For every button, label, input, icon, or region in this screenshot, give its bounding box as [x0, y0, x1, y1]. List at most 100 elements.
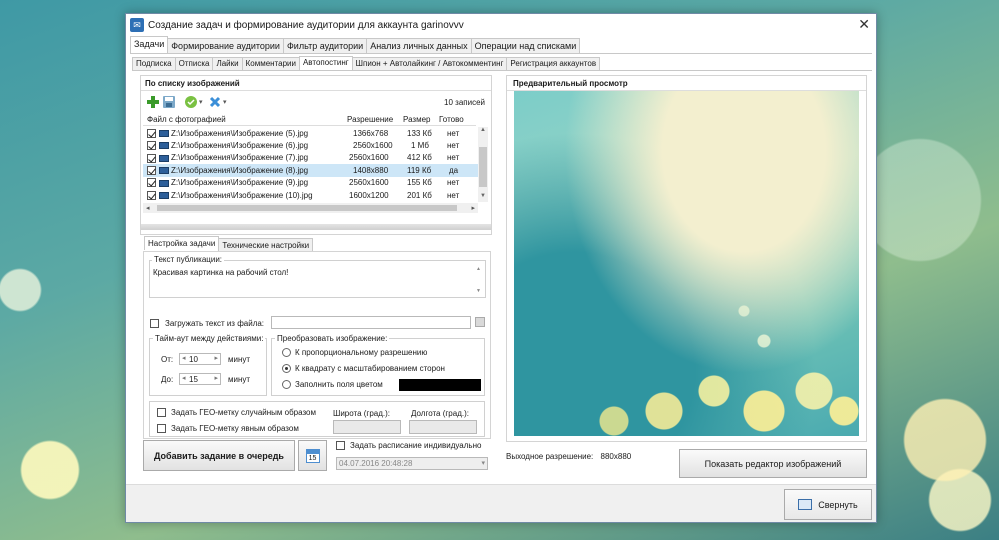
image-file-icon	[159, 130, 169, 138]
row-done: нет	[447, 141, 460, 151]
timeout-legend: Тайм-аут между действиями:	[153, 334, 266, 343]
tab-account-registration[interactable]: Регистрация аккаунтов	[506, 57, 601, 70]
horizontal-scrollbar[interactable]: ◂ ▸	[143, 203, 478, 213]
latitude-input[interactable]	[333, 420, 401, 434]
table-row[interactable]: Z:\Изображения\Изображение (9).jpg 2560x…	[143, 177, 478, 189]
table-row[interactable]: Z:\Изображения\Изображение (10).jpg 1600…	[143, 189, 478, 201]
table-header: Файл с фотографией Разрешение Размер Гот…	[143, 112, 476, 126]
load-file-label: Загружать текст из файла:	[165, 319, 265, 328]
scroll-thumb[interactable]	[479, 147, 487, 187]
row-size: 412 Кб	[407, 153, 432, 163]
tab-personal-data[interactable]: Анализ личных данных	[366, 38, 472, 53]
tab-task-settings[interactable]: Настройка задачи	[144, 236, 220, 250]
col-file[interactable]: Файл с фотографией	[147, 115, 226, 124]
textarea-scroll-up-icon[interactable]: ▲	[476, 266, 481, 272]
to-unit: минут	[228, 375, 251, 384]
load-file-input[interactable]	[271, 316, 471, 329]
row-res: 2560x1600	[353, 141, 393, 151]
table-row[interactable]: Z:\Изображения\Изображение (6).jpg 2560x…	[143, 139, 478, 151]
load-file-checkbox[interactable]	[150, 318, 159, 329]
delete-dropdown-icon[interactable]: ▾	[223, 98, 227, 106]
transform-option-square[interactable]: К квадрату с масштабированием сторон	[282, 364, 445, 373]
geo-random-checkbox[interactable]: Задать ГЕО-метку случайным образом	[157, 408, 316, 417]
hscroll-thumb[interactable]	[157, 205, 457, 211]
row-checkbox[interactable]	[147, 178, 156, 188]
table-row[interactable]: Z:\Изображения\Изображение (7).jpg 2560x…	[143, 152, 478, 164]
from-spinner[interactable]: ◂ 10 ▸	[179, 353, 221, 365]
scroll-right-icon[interactable]: ▸	[471, 204, 475, 212]
vertical-scrollbar[interactable]: ▲ ▼	[478, 127, 488, 202]
schedule-datetime[interactable]: 04.07.2016 20:48:28 ▾	[336, 457, 488, 470]
scroll-left-icon[interactable]: ◂	[146, 204, 150, 212]
app-icon: ✉	[130, 18, 144, 32]
row-size: 1 Мб	[411, 141, 429, 151]
delete-icon[interactable]	[209, 96, 221, 108]
output-resolution-label: Выходное разрешение:	[506, 452, 594, 461]
show-editor-button[interactable]: Показать редактор изображений	[679, 449, 867, 478]
from-unit: минут	[228, 355, 251, 364]
tab-likes[interactable]: Лайки	[212, 57, 243, 70]
tab-list-operations[interactable]: Операции над списками	[470, 38, 581, 53]
tab-audience-filter[interactable]: Фильтр аудитории	[282, 38, 368, 53]
images-panel: По списку изображений ▾ ▾ 10 записей Фай…	[140, 75, 492, 235]
row-done: нет	[447, 190, 460, 200]
tab-tasks[interactable]: Задачи	[130, 36, 169, 53]
add-task-button[interactable]: Добавить задание в очередь	[143, 440, 295, 471]
preview-panel: Предварительный просмотр	[506, 75, 867, 442]
row-size: 201 Кб	[407, 190, 432, 200]
images-panel-title: По списку изображений	[145, 79, 240, 88]
textarea-scroll-down-icon[interactable]: ▼	[476, 288, 481, 294]
window-title: Создание задач и формирование аудитории …	[148, 19, 464, 31]
subtab-divider	[132, 70, 872, 71]
add-icon[interactable]	[147, 96, 159, 108]
calendar-icon: 15	[305, 448, 320, 463]
check-dropdown-icon[interactable]: ▾	[199, 98, 203, 106]
col-done[interactable]: Готово	[439, 115, 464, 124]
row-checkbox[interactable]	[147, 153, 156, 163]
row-checkbox[interactable]	[147, 190, 156, 200]
to-spinner[interactable]: ◂ 15 ▸	[179, 373, 221, 385]
collapse-button[interactable]: Свернуть	[784, 489, 872, 520]
title-bar: ✉ Создание задач и формирование аудитори…	[126, 14, 876, 36]
close-button[interactable]: ✕	[858, 17, 870, 31]
row-file: Z:\Изображения\Изображение (5).jpg	[171, 128, 309, 138]
check-icon[interactable]	[185, 96, 197, 108]
row-checkbox[interactable]	[147, 166, 156, 176]
fill-color-swatch[interactable]	[399, 379, 481, 391]
row-res: 2560x1600	[349, 153, 389, 163]
longitude-input[interactable]	[409, 420, 477, 434]
footer-bar	[126, 484, 876, 522]
tab-technical-settings[interactable]: Технические настройки	[218, 238, 314, 251]
row-file: Z:\Изображения\Изображение (9).jpg	[171, 178, 309, 188]
scroll-up-icon[interactable]: ▲	[480, 127, 486, 133]
schedule-checkbox[interactable]: Задать расписание индивидуально	[336, 441, 481, 450]
col-resolution[interactable]: Разрешение	[347, 115, 393, 124]
save-icon[interactable]	[163, 96, 175, 108]
table-row-selected[interactable]: Z:\Изображения\Изображение (8).jpg 1408x…	[143, 164, 478, 177]
latitude-label: Широта (град.):	[333, 409, 391, 418]
row-size: 133 Кб	[407, 128, 432, 138]
record-count: 10 записей	[444, 98, 485, 107]
tab-divider	[130, 53, 872, 54]
tab-spy-autoliking[interactable]: Шпион + Автолайкинг / Автокомментинг	[351, 57, 508, 70]
geo-explicit-checkbox[interactable]: Задать ГЕО-метку явным образом	[157, 424, 299, 433]
folder-icon[interactable]	[475, 317, 485, 327]
calendar-button[interactable]: 15	[298, 440, 327, 471]
tab-autoposting[interactable]: Автопостинг	[298, 56, 353, 70]
tab-audience-forming[interactable]: Формирование аудитории	[167, 38, 284, 53]
row-checkbox[interactable]	[147, 128, 156, 138]
publication-textarea[interactable]: Красивая картинка на рабочий стол!	[153, 268, 288, 277]
datetime-dropdown-icon[interactable]: ▾	[481, 459, 485, 467]
transform-option-proportional[interactable]: К пропорциональному разрешению	[282, 348, 427, 357]
table-row[interactable]: Z:\Изображения\Изображение (5).jpg 1366x…	[143, 127, 478, 139]
row-file: Z:\Изображения\Изображение (10).jpg	[171, 190, 313, 200]
col-size[interactable]: Размер	[403, 115, 431, 124]
scroll-down-icon[interactable]: ▼	[480, 193, 486, 199]
tab-comments[interactable]: Комментарии	[241, 57, 300, 70]
transform-option-fill[interactable]: Заполнить поля цветом	[282, 380, 383, 389]
splitter[interactable]	[141, 224, 491, 230]
row-checkbox[interactable]	[147, 141, 156, 151]
row-res: 1600x1200	[349, 190, 389, 200]
tab-subscribe[interactable]: Подписка	[132, 57, 176, 70]
tab-unsubscribe[interactable]: Отписка	[174, 57, 214, 70]
